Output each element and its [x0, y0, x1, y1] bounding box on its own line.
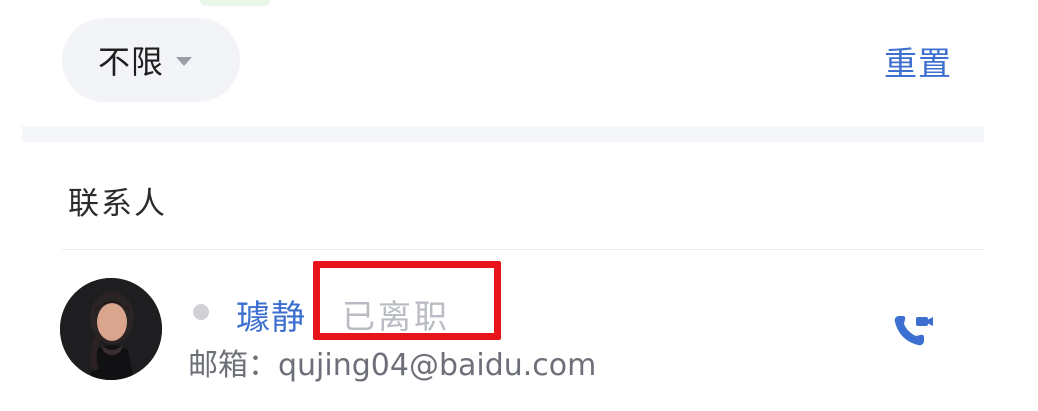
- contact-email: 邮箱：qujing04@baidu.com: [188, 340, 596, 384]
- section-divider: [22, 126, 984, 142]
- video-call-icon[interactable]: [890, 310, 940, 350]
- contact-name[interactable]: 璩静: [236, 290, 306, 339]
- annotation-highlight-box: [313, 261, 501, 340]
- reset-button[interactable]: 重置: [884, 37, 952, 85]
- email-label: 邮箱：: [188, 348, 278, 383]
- caret-down-icon: [176, 56, 193, 66]
- avatar-photo: [60, 278, 162, 380]
- email-value: qujing04@baidu.com: [278, 348, 597, 383]
- contact-list-item[interactable]: 璩静 已离职 邮箱：qujing04@baidu.com: [60, 261, 984, 390]
- filter-dropdown-label: 不限: [98, 43, 165, 81]
- filter-dropdown[interactable]: 不限: [62, 18, 240, 102]
- section-title: 联系人: [68, 186, 167, 222]
- divider-line: [62, 249, 984, 250]
- avatar[interactable]: [60, 278, 162, 380]
- presence-dot-icon: [193, 304, 209, 320]
- top-tab-edge: [200, 0, 270, 6]
